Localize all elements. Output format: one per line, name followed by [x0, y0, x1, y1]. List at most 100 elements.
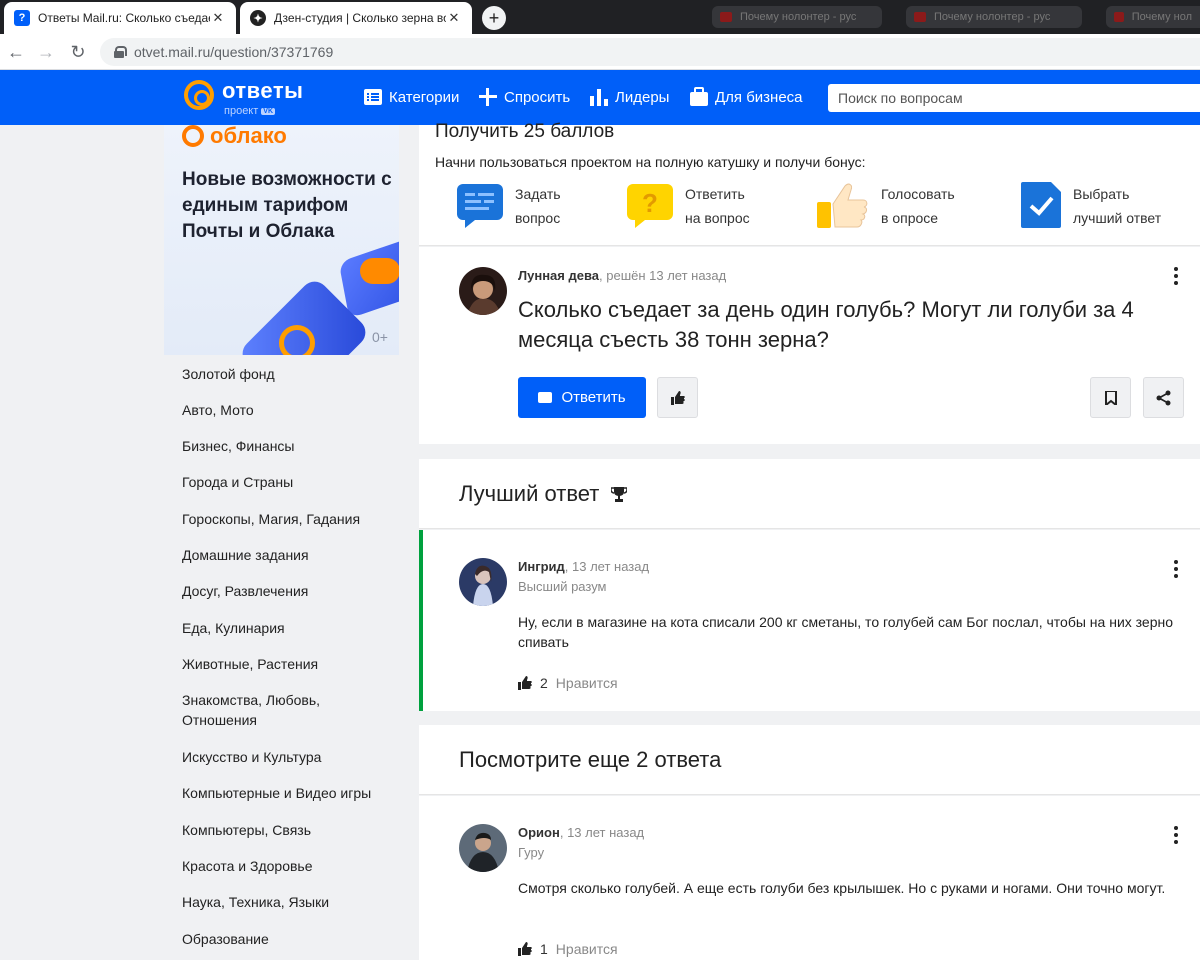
background-tab[interactable]: Почему нол	[1106, 6, 1200, 28]
section-title: Лучший ответ	[459, 481, 600, 506]
question-title: Сколько съедает за день один голубь? Мог…	[518, 297, 1134, 352]
category-link[interactable]: Золотой фонд	[182, 364, 402, 384]
best-answer-header: Лучший ответ	[419, 459, 1200, 529]
bonus-card: Получить 25 баллов Начни пользоваться пр…	[419, 121, 1200, 246]
chat-icon	[538, 392, 553, 403]
at-logo-icon	[279, 325, 315, 355]
site-header: ответы проект VK Категории Спросить Лидер…	[0, 70, 1200, 125]
age-rating: 0+	[372, 329, 388, 345]
at-logo-icon	[182, 125, 204, 147]
background-tab[interactable]: Почему нолонтер - рус	[906, 6, 1082, 28]
bar-chart-icon	[589, 87, 609, 107]
like-count: 1	[540, 941, 548, 957]
browser-tab-strip: ? Ответы Mail.ru: Сколько съедает ✕ ✦ Дз…	[0, 0, 1200, 34]
plus-icon	[478, 87, 498, 107]
like-button[interactable]	[657, 377, 698, 418]
checkmark-doc-icon	[1021, 182, 1061, 228]
youtube-favicon-icon	[1114, 12, 1124, 22]
vk-badge: VK	[261, 107, 276, 115]
ask-icon	[457, 182, 503, 228]
answer-meta: Ингрид, 13 лет назад	[518, 559, 650, 574]
category-link[interactable]: Компьютерные и Видео игры	[182, 783, 402, 803]
back-arrow-icon[interactable]: ←	[4, 40, 28, 64]
browser-tab-dzen[interactable]: ✦ Дзен-студия | Сколько зерна во ✕	[240, 2, 472, 34]
nav-categories[interactable]: Категории	[363, 87, 459, 107]
category-link[interactable]: Домашние задания	[182, 545, 402, 565]
youtube-favicon-icon	[914, 12, 926, 22]
category-link[interactable]: Компьютеры, Связь	[182, 820, 402, 840]
mail-answers-favicon-icon: ?	[14, 10, 30, 26]
nav-ask[interactable]: Спросить	[478, 87, 570, 107]
logo-word: ответы	[222, 78, 304, 103]
author-rank: Высший разум	[518, 579, 607, 594]
category-link[interactable]: Авто, Мото	[182, 400, 402, 420]
more-answers-header: Посмотрите еще 2 ответа	[419, 725, 1200, 795]
like-counter[interactable]: 1 Нравится	[518, 941, 618, 957]
nav-business[interactable]: Для бизнеса	[689, 87, 803, 107]
browser-toolbar: ← → ↻ otvet.mail.ru/question/37371769	[0, 34, 1200, 70]
category-link[interactable]: Бизнес, Финансы	[182, 436, 402, 456]
avatar[interactable]	[459, 558, 507, 606]
dzen-favicon-icon: ✦	[250, 10, 266, 26]
category-link[interactable]: Образование	[182, 929, 402, 949]
category-link[interactable]: Досуг, Развлечения	[182, 581, 402, 601]
search-input[interactable]: Поиск по вопросам	[828, 84, 1200, 112]
feature-choose-best[interactable]: Выбрать лучший ответ	[1021, 182, 1161, 232]
background-tab[interactable]: Почему нолонтер - рус	[712, 6, 882, 28]
browser-tab-active[interactable]: ? Ответы Mail.ru: Сколько съедает ✕	[4, 2, 236, 34]
category-link[interactable]: Знакомства, Любовь, Отношения	[182, 690, 342, 730]
author-name[interactable]: Ингрид	[518, 559, 565, 574]
url-text: otvet.mail.ru/question/37371769	[134, 44, 334, 60]
like-label: Нравится	[555, 941, 618, 957]
author-rank: Гуру	[518, 845, 545, 860]
answer-card: Орион, 13 лет назад Гуру Смотря сколько …	[419, 796, 1200, 960]
category-link[interactable]: Наука, Техника, Языки	[182, 892, 402, 912]
thumbs-up-icon	[518, 676, 532, 690]
category-link[interactable]: Животные, Растения	[182, 654, 402, 674]
address-bar[interactable]: otvet.mail.ru/question/37371769	[100, 38, 1200, 66]
feature-vote[interactable]: Голосовать в опросе	[817, 182, 955, 232]
author-name[interactable]: Лунная дева	[518, 268, 599, 283]
more-options-icon[interactable]	[1173, 267, 1179, 285]
svg-text:?: ?	[642, 188, 658, 218]
category-sidebar: Золотой фонд Авто, Мото Бизнес, Финансы …	[164, 356, 419, 960]
tab-title: Ответы Mail.ru: Сколько съедает	[38, 11, 210, 25]
category-link[interactable]: Города и Страны	[182, 472, 402, 492]
answer-text: Смотря сколько голубей. А еще есть голуб…	[518, 880, 1166, 896]
answer-text: Ну, если в магазине на кота списали 200 …	[518, 614, 1173, 650]
feature-answer[interactable]: ? Ответить на вопрос	[627, 182, 750, 232]
logo-subtitle: проект VK	[224, 105, 276, 117]
forward-arrow-icon[interactable]: →	[34, 40, 58, 64]
author-name[interactable]: Орион	[518, 825, 560, 840]
like-label: Нравится	[555, 675, 618, 691]
trophy-icon	[611, 487, 628, 502]
ad-banner[interactable]: облако Новые возможности с единым тарифо…	[164, 125, 399, 355]
new-tab-button[interactable]: +	[482, 6, 506, 30]
avatar[interactable]	[459, 824, 507, 872]
youtube-favicon-icon	[720, 12, 732, 22]
thumbs-up-icon	[518, 942, 532, 956]
tab-title: Дзен-студия | Сколько зерна во	[274, 11, 446, 25]
close-tab-icon[interactable]: ✕	[446, 10, 462, 26]
bonus-title: Получить 25 баллов	[435, 121, 615, 142]
nav-leaders[interactable]: Лидеры	[589, 87, 669, 107]
question-card: Лунная дева, решён 13 лет назад Сколько …	[419, 247, 1200, 444]
reload-icon[interactable]: ↻	[66, 40, 90, 64]
category-link[interactable]: Искусство и Культура	[182, 747, 402, 767]
best-answer-indicator	[419, 530, 423, 711]
more-options-icon[interactable]	[1173, 826, 1179, 844]
avatar[interactable]	[459, 267, 507, 315]
question-meta: Лунная дева, решён 13 лет назад	[518, 268, 727, 283]
close-tab-icon[interactable]: ✕	[210, 10, 226, 26]
bookmark-button[interactable]	[1090, 377, 1131, 418]
share-button[interactable]	[1143, 377, 1184, 418]
thumbs-up-icon	[670, 390, 685, 405]
more-options-icon[interactable]	[1173, 560, 1179, 578]
like-counter[interactable]: 2 Нравится	[518, 675, 618, 691]
category-link[interactable]: Красота и Здоровье	[182, 856, 402, 876]
answer-button[interactable]: Ответить	[518, 377, 646, 418]
category-link[interactable]: Гороскопы, Магия, Гадания	[182, 509, 402, 529]
thumbs-up-hand-icon	[817, 182, 869, 228]
category-link[interactable]: Еда, Кулинария	[182, 618, 402, 638]
feature-ask[interactable]: Задать вопрос	[457, 182, 561, 232]
